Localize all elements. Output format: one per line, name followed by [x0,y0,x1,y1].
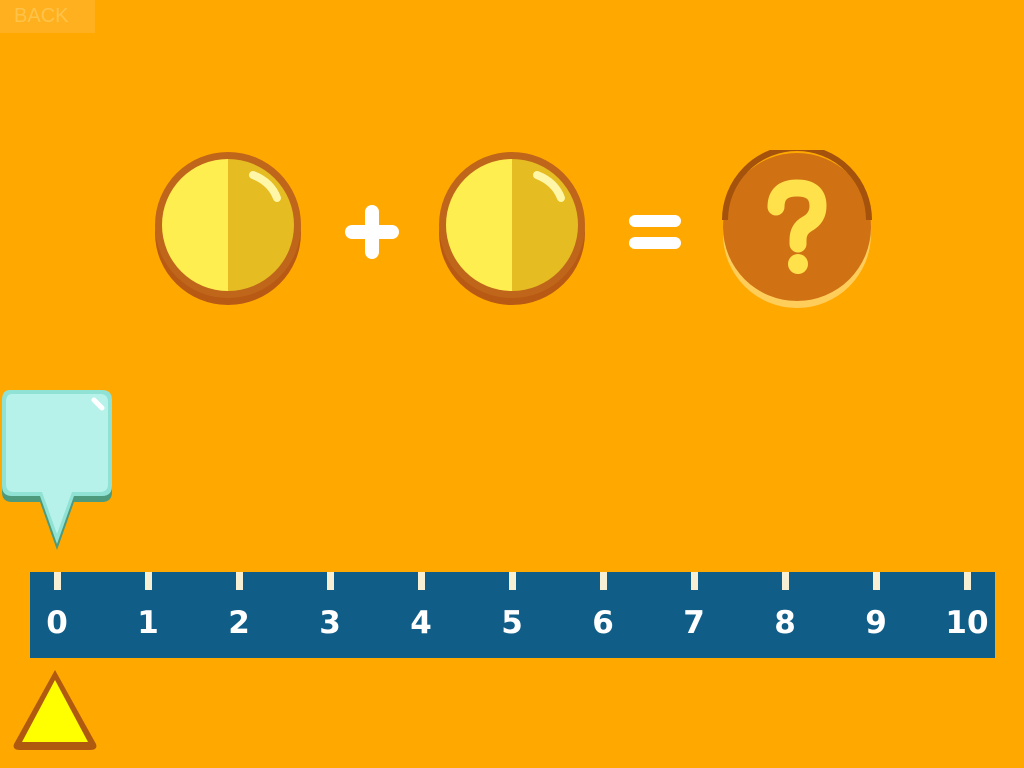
number-line-tick [54,572,61,590]
number-line: 0 1 2 3 4 5 6 7 8 9 10 [30,572,995,658]
number-line-label: 1 [137,605,159,641]
number-line-label: 4 [410,605,432,641]
number-marker-bubble[interactable] [0,388,115,554]
number-line-tick [145,572,152,590]
equation [0,0,1024,330]
number-line-tick [418,572,425,590]
number-line-label: 3 [319,605,341,641]
number-line-tick [782,572,789,590]
number-line-label: 8 [774,605,796,641]
half-shaded-coin-icon [437,150,587,308]
number-line-label: 0 [46,605,68,641]
number-line-label: 7 [683,605,705,641]
number-line-label: 10 [945,605,989,641]
number-line-label: 9 [865,605,887,641]
number-line-tick [509,572,516,590]
number-line-tick [327,572,334,590]
number-line-tick [236,572,243,590]
number-line-tick [600,572,607,590]
plus-operator [343,203,401,261]
half-shaded-coin-icon [153,150,303,308]
equals-operator [627,213,683,251]
answer-slot[interactable] [722,150,872,310]
number-line-tick [964,572,971,590]
number-line-label: 2 [228,605,250,641]
number-line-label: 6 [592,605,614,641]
number-line-label: 5 [501,605,523,641]
number-line-tick [873,572,880,590]
number-line-tick [691,572,698,590]
triangle-pointer-icon[interactable] [10,666,100,752]
